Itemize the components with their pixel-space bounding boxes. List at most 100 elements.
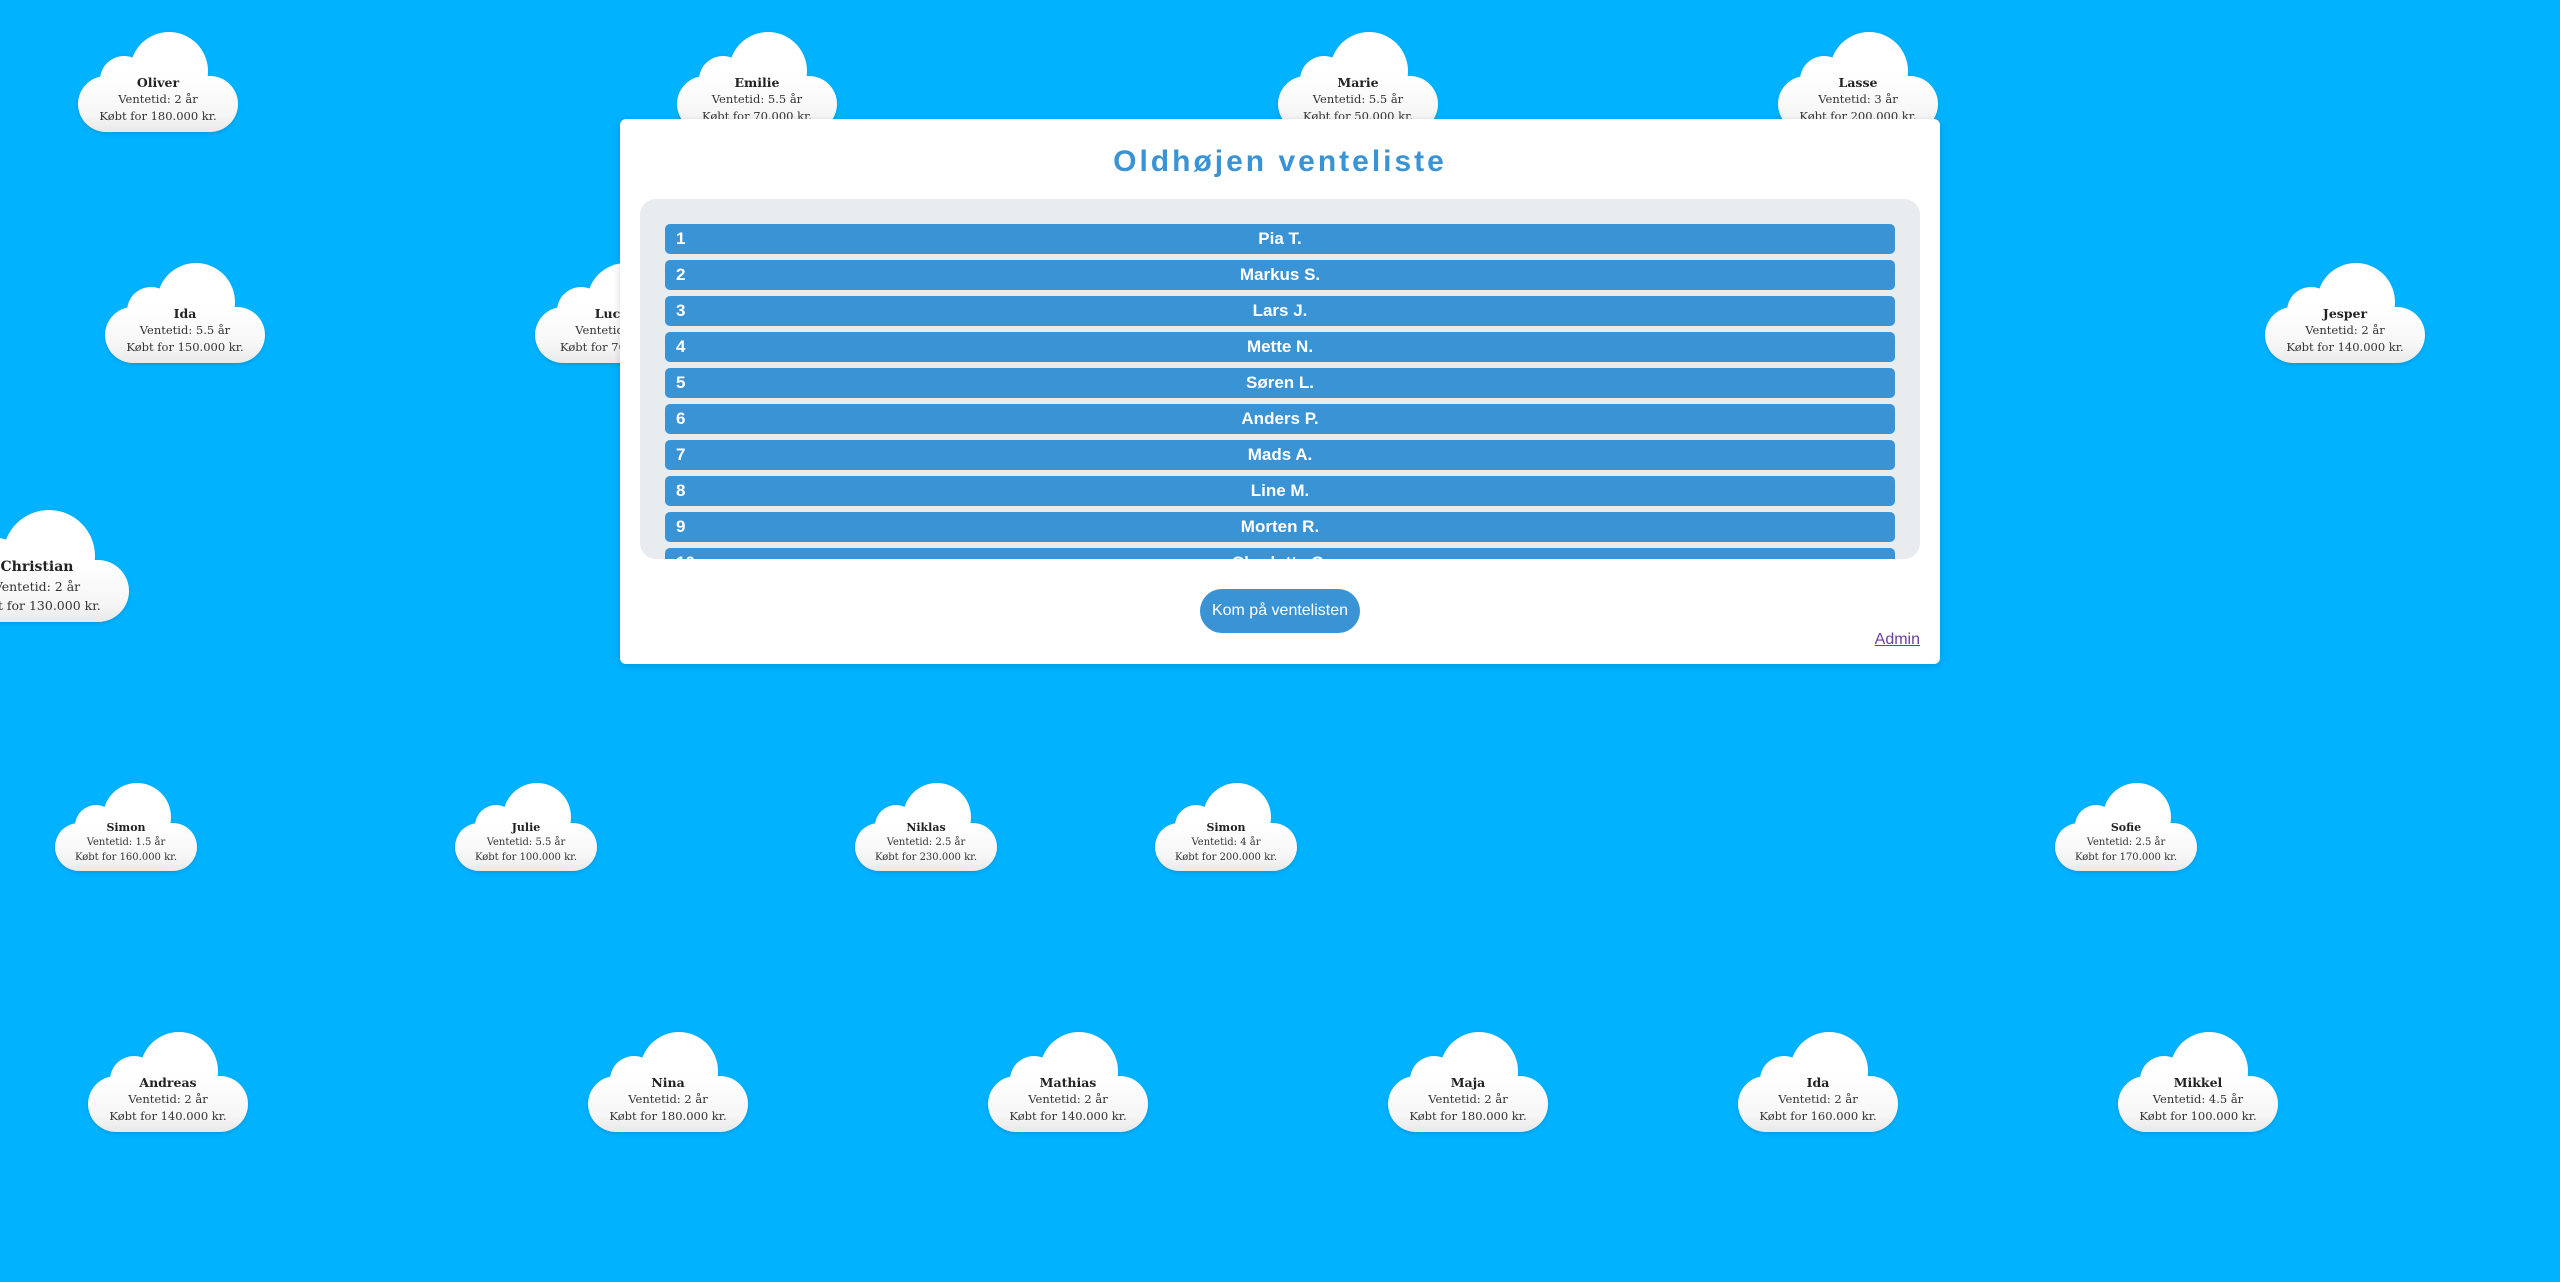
cloud-card: Sofie Ventetid: 2.5 år Købt for 170.000 … [2055, 783, 2197, 871]
waitlist: 1 Pia T. 2 Markus S. 3 Lars J. 4 Mette N… [665, 224, 1895, 559]
cloud-card: Mathias Ventetid: 2 år Købt for 140.000 … [988, 1032, 1148, 1132]
cloud-price: Købt for 140.000 kr. [1009, 1109, 1127, 1123]
cloud-card: Maja Ventetid: 2 år Købt for 180.000 kr. [1388, 1032, 1548, 1132]
cloud-card: Simon Ventetid: 4 år Købt for 200.000 kr… [1155, 783, 1297, 871]
waitlist-position: 5 [676, 373, 686, 392]
cloud-price: Købt for 160.000 kr. [1759, 1109, 1877, 1123]
join-waitlist-button[interactable]: Kom på ventelisten [1200, 589, 1360, 633]
cloud-wait-time: Ventetid: 3 år [1818, 92, 1898, 106]
cloud-name: Marie [1337, 75, 1379, 90]
waitlist-name: Markus S. [1239, 265, 1321, 284]
waitlist-position: 10 [676, 548, 695, 559]
waitlist-name: Mette N. [1246, 337, 1314, 356]
waitlist-position: 4 [676, 337, 686, 356]
waitlist-row: 3 Lars J. [665, 296, 1895, 326]
cloud-wait-time: Ventetid: 5.5 år [486, 837, 566, 848]
cloud-price: Købt for 160.000 kr. [74, 852, 178, 863]
cloud-card: Julie Ventetid: 5.5 år Købt for 100.000 … [455, 783, 597, 871]
waitlist-scroll-area[interactable]: 1 Pia T. 2 Markus S. 3 Lars J. 4 Mette N… [640, 199, 1920, 559]
cloud-name: Oliver [136, 75, 180, 90]
waitlist-row: 8 Line M. [665, 476, 1895, 506]
cloud-card: Marie Ventetid: 5.5 år Købt for 50.000 k… [1278, 32, 1438, 132]
admin-link[interactable]: Admin [1875, 631, 1920, 649]
cloud-card: Nina Ventetid: 2 år Købt for 180.000 kr. [588, 1032, 748, 1132]
cloud-name: Simon [1206, 821, 1246, 834]
cloud-wait-time: Ventetid: 2 år [1778, 1092, 1858, 1106]
waitlist-row: 4 Mette N. [665, 332, 1895, 362]
waitlist-row: 10 Charlotte C. [665, 548, 1895, 559]
cloud-wait-time: Ventetid: 2 år [628, 1092, 708, 1106]
cloud-name: Julie [511, 821, 541, 834]
waitlist-position: 1 [676, 229, 686, 248]
cloud-card: Andreas Ventetid: 2 år Købt for 140.000 … [88, 1032, 248, 1132]
cloud-name: Andreas [139, 1075, 197, 1090]
cloud-wait-time: Ventetid: 1.5 år [86, 837, 166, 848]
cloud-name: Emilie [734, 75, 780, 90]
cloud-price: Købt for 130.000 kr. [0, 598, 101, 613]
cloud-name: Christian [0, 559, 74, 575]
page-background: Oliver Ventetid: 2 år Købt for 180.000 k… [0, 0, 2560, 1282]
cloud-card: Emilie Ventetid: 5.5 år Købt for 70.000 … [677, 32, 837, 132]
cloud-name: Lasse [1838, 75, 1878, 90]
cloud-card: Jesper Ventetid: 2 år Købt for 140.000 k… [2265, 263, 2425, 363]
cloud-price: Købt for 100.000 kr. [2139, 1109, 2257, 1123]
waitlist-position: 2 [676, 265, 686, 284]
cloud-card: Ida Ventetid: 2 år Købt for 160.000 kr. [1738, 1032, 1898, 1132]
cloud-price: Købt for 200.000 kr. [1174, 852, 1278, 863]
waitlist-name: Søren L. [1245, 373, 1314, 392]
cloud-wait-time: Ventetid: 2 år [1428, 1092, 1508, 1106]
cloud-wait-time: Ventetid: 5.5 år [1312, 92, 1404, 106]
cloud-name: Ida [1806, 1075, 1830, 1090]
cloud-name: Nina [651, 1075, 685, 1090]
cloud-wait-time: Ventetid: 2.5 år [2086, 837, 2166, 848]
cloud-price: Købt for 170.000 kr. [2074, 852, 2178, 863]
cloud-wait-time: Ventetid: 5.5 år [139, 323, 231, 337]
cloud-wait-time: Ventetid: 5.5 år [711, 92, 803, 106]
cloud-name: Niklas [906, 821, 946, 834]
cloud-price: Købt for 100.000 kr. [474, 852, 578, 863]
cloud-name: Simon [106, 821, 146, 834]
cloud-name: Ida [173, 306, 197, 321]
waitlist-name: Charlotte C. [665, 548, 1895, 559]
cloud-price: Købt for 180.000 kr. [1409, 1109, 1527, 1123]
cloud-wait-time: Ventetid: 2 år [1028, 1092, 1108, 1106]
waitlist-name: Pia T. [1258, 229, 1302, 248]
cloud-card: Oliver Ventetid: 2 år Købt for 180.000 k… [78, 32, 238, 132]
cloud-price: Købt for 140.000 kr. [2286, 340, 2404, 354]
waitlist-name: Line M. [1250, 481, 1310, 500]
cloud-wait-time: Ventetid: 4 år [1191, 837, 1261, 848]
waitlist-row: 9 Morten R. [665, 512, 1895, 542]
cloud-card: Mikkel Ventetid: 4.5 år Købt for 100.000… [2118, 1032, 2278, 1132]
cloud-price: Købt for 180.000 kr. [609, 1109, 727, 1123]
waitlist-name: Anders P. [1241, 409, 1319, 428]
waitlist-row: 1 Pia T. [665, 224, 1895, 254]
cloud-name: Mathias [1039, 1075, 1097, 1090]
cloud-price: Købt for 150.000 kr. [126, 340, 244, 354]
cloud-wait-time: Ventetid: 2.5 år [886, 837, 966, 848]
waitlist-position: 3 [676, 301, 686, 320]
cloud-wait-time: Ventetid: 2 år [118, 92, 198, 106]
waitlist-position: 7 [676, 445, 686, 464]
cloud-card: Ida Ventetid: 5.5 år Købt for 150.000 kr… [105, 263, 265, 363]
cloud-name: Maja [1450, 1075, 1486, 1090]
cloud-name: Mikkel [2173, 1075, 2223, 1090]
cloud-price: Købt for 230.000 kr. [874, 852, 978, 863]
waitlist-row: 5 Søren L. [665, 368, 1895, 398]
waitlist-position: 9 [676, 517, 686, 536]
cloud-wait-time: Ventetid: 2 år [0, 579, 81, 594]
cloud-card: Lasse Ventetid: 3 år Købt for 200.000 kr… [1778, 32, 1938, 132]
cloud-wait-time: Ventetid: 2 år [128, 1092, 208, 1106]
cloud-name: Sofie [2110, 821, 2142, 834]
waitlist-name: Morten R. [1240, 517, 1320, 536]
waitlist-row: 7 Mads A. [665, 440, 1895, 470]
waitlist-name: Lars J. [1252, 301, 1308, 320]
cloud-card: Niklas Ventetid: 2.5 år Købt for 230.000… [855, 783, 997, 871]
waitlist-name: Mads A. [1247, 445, 1313, 464]
page-title: Oldhøjen venteliste [1113, 145, 1447, 178]
cloud-card: Christian Ventetid: 2 år Købt for 130.00… [0, 510, 129, 622]
waitlist-row: 6 Anders P. [665, 404, 1895, 434]
waitlist-row: 2 Markus S. [665, 260, 1895, 290]
cloud-price: Købt for 140.000 kr. [109, 1109, 227, 1123]
cloud-card: Simon Ventetid: 1.5 år Købt for 160.000 … [55, 783, 197, 871]
waitlist-position: 6 [676, 409, 686, 428]
